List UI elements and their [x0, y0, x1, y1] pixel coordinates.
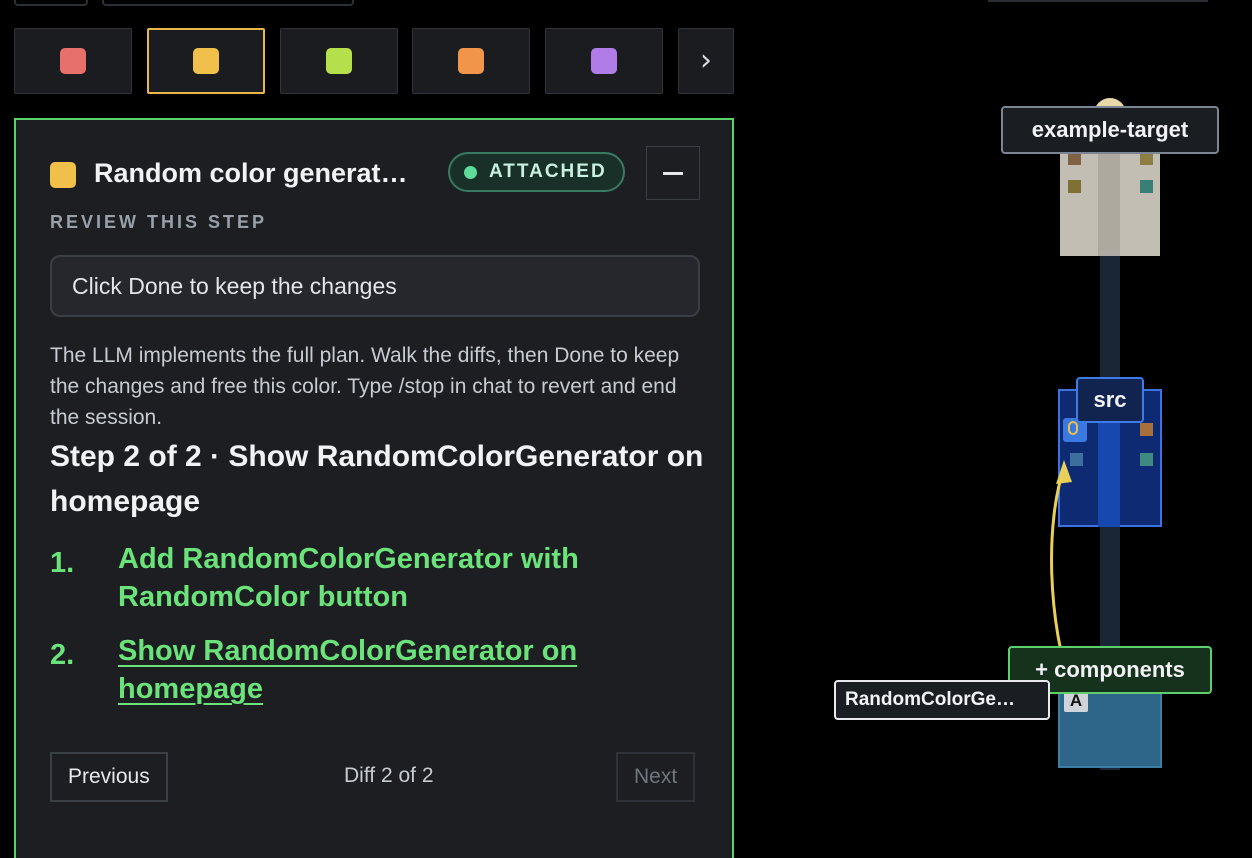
plan-step-text: Add RandomColorGenerator with RandomColo…	[118, 543, 579, 613]
red-swatch-icon	[60, 48, 86, 74]
plan-step-current[interactable]: 2. Show RandomColorGenerator on homepage	[50, 632, 690, 708]
purple-swatch-icon	[591, 48, 617, 74]
color-tab-red[interactable]	[14, 28, 132, 94]
status-badge: ATTACHED	[448, 152, 625, 192]
repo-graph[interactable]: A example-target src + components Random…	[760, 0, 1252, 840]
diff-counter: Diff 2 of 2	[344, 764, 434, 787]
plan-step-number: 2.	[50, 639, 75, 671]
review-panel: Random color generat… ATTACHED REVIEW TH…	[14, 118, 734, 858]
section-label: REVIEW THIS STEP	[50, 212, 268, 232]
next-button[interactable]: Next	[616, 752, 696, 802]
top-tab-stub	[14, 0, 88, 6]
instruction-box: Click Done to keep the changes	[50, 255, 700, 317]
color-tab-purple[interactable]	[545, 28, 663, 94]
orange-swatch-icon	[458, 48, 484, 74]
green-swatch-icon	[326, 48, 352, 74]
plan-step[interactable]: 1. Add RandomColorGenerator with RandomC…	[50, 540, 690, 616]
minus-icon	[663, 171, 683, 175]
top-tab-stub	[102, 0, 354, 6]
collapse-button[interactable]	[646, 146, 700, 200]
session-title: Random color generat…	[94, 158, 408, 188]
node-label-example-target[interactable]: example-target	[1001, 106, 1219, 154]
plan-steps-list: 1. Add RandomColorGenerator with RandomC…	[50, 540, 690, 724]
step-title: Step 2 of 2 · Show RandomColorGenerator …	[50, 440, 704, 518]
tabs-next-button[interactable]: ›	[678, 28, 734, 94]
step-description: The LLM implements the full plan. Walk t…	[50, 344, 680, 429]
file-label-random-color-generator[interactable]: RandomColorGe…	[834, 680, 1050, 720]
color-tab-yellow[interactable]	[147, 28, 265, 94]
status-badge-label: ATTACHED	[489, 161, 607, 182]
session-color-chip	[50, 162, 76, 188]
previous-button[interactable]: Previous	[50, 752, 168, 802]
plan-step-text[interactable]: Show RandomColorGenerator on homepage	[118, 635, 577, 705]
plan-step-number: 1.	[50, 547, 75, 579]
yellow-swatch-icon	[193, 48, 219, 74]
color-tab-orange[interactable]	[412, 28, 530, 94]
color-tab-green[interactable]	[280, 28, 398, 94]
chevron-right-icon: ›	[700, 43, 712, 78]
node-label-src[interactable]: src	[1076, 377, 1144, 423]
status-dot-icon	[464, 165, 477, 179]
